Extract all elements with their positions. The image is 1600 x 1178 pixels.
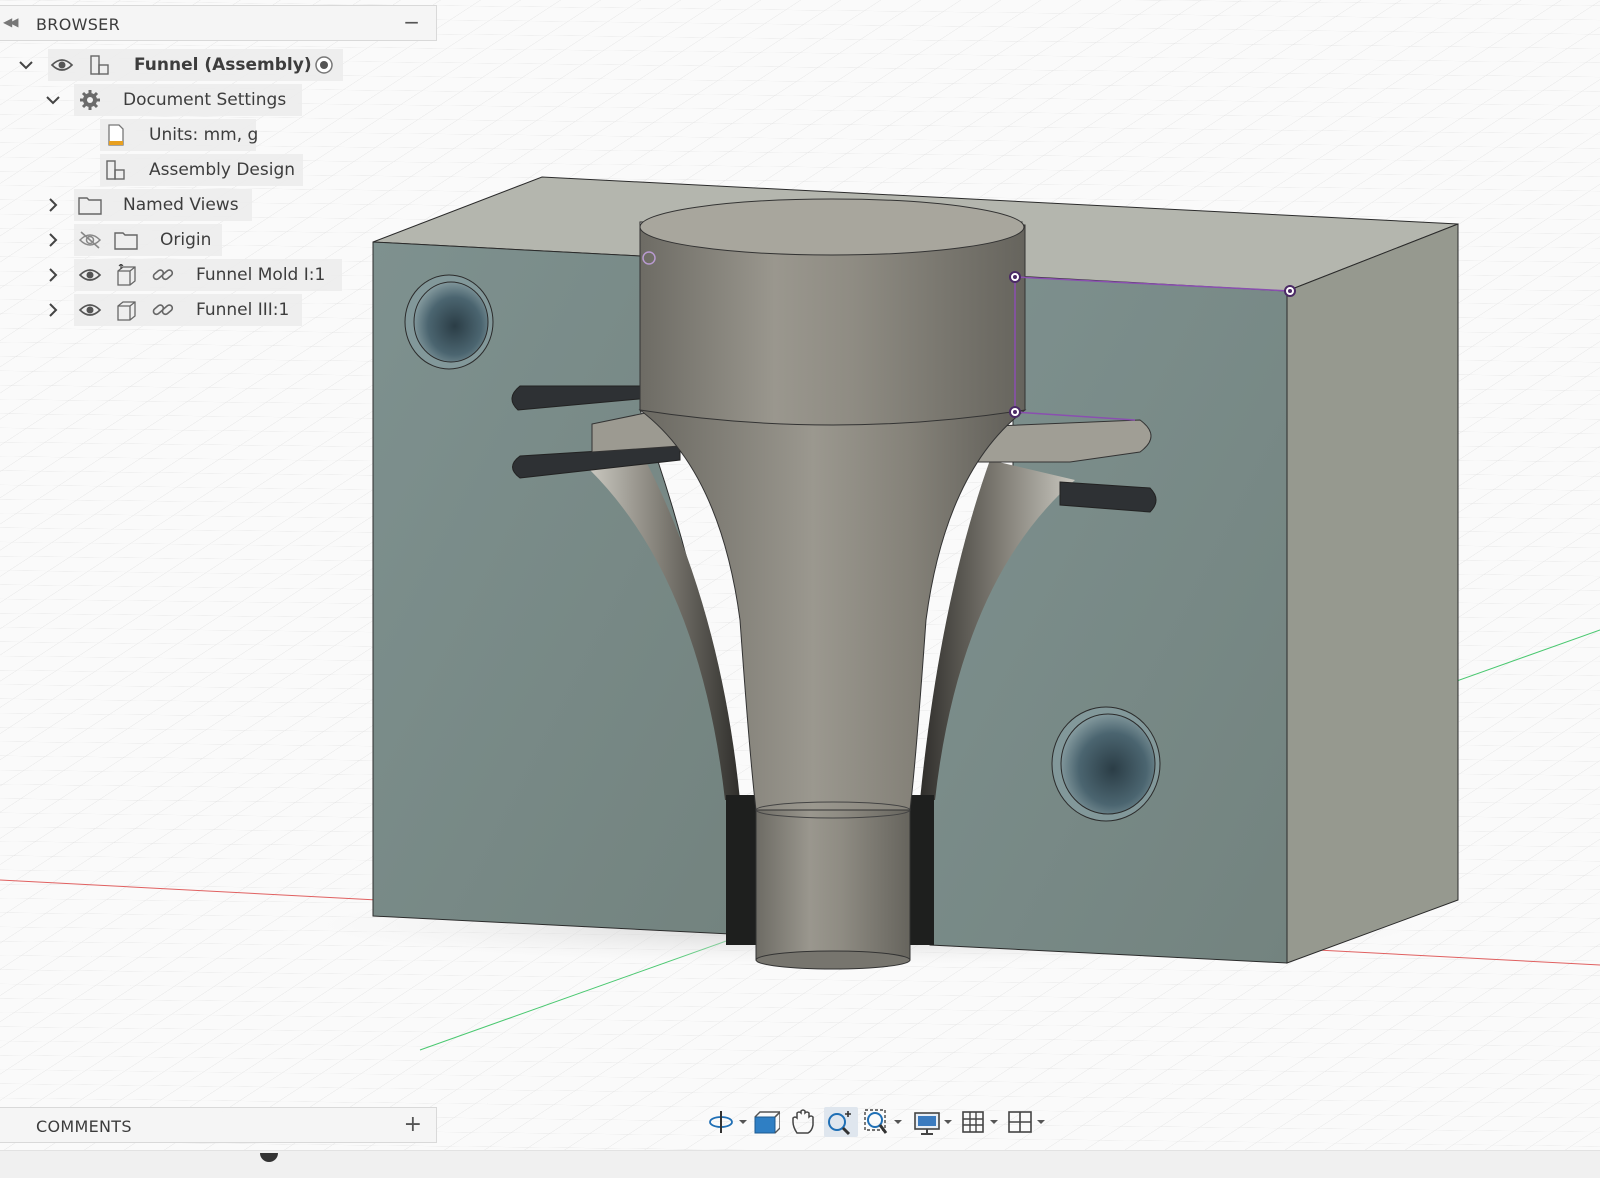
browser-title: BROWSER — [36, 15, 120, 34]
tree-item-funnel-iii[interactable]: Funnel III:1 — [0, 294, 440, 326]
viewports-icon[interactable] — [1006, 1107, 1050, 1137]
look-at-icon[interactable] — [750, 1107, 780, 1137]
timeline-marker[interactable] — [260, 1153, 278, 1162]
zoom-icon[interactable] — [824, 1107, 858, 1137]
tree-item-units[interactable]: Units: mm, g — [0, 119, 440, 151]
tree-item-label: Origin — [160, 230, 212, 250]
tree-item-label: Named Views — [123, 195, 239, 215]
eye-icon[interactable] — [78, 264, 102, 286]
tree-item-funnel-mold[interactable]: Funnel Mold I:1 — [0, 259, 440, 291]
tree-item-label: Funnel III:1 — [196, 300, 290, 320]
gear-icon — [80, 90, 100, 110]
plus-icon[interactable]: + — [404, 1112, 422, 1137]
selection-vertex[interactable] — [1009, 271, 1021, 283]
document-icon — [108, 124, 124, 146]
folder-icon — [78, 197, 102, 215]
chevron-right-icon[interactable] — [43, 230, 63, 250]
navigation-toolbar — [700, 1102, 1060, 1142]
minus-icon[interactable]: − — [403, 10, 420, 34]
tree-item-named-views[interactable]: Named Views — [0, 189, 440, 221]
funnel-top-face — [639, 198, 1025, 256]
eye-icon[interactable] — [50, 54, 74, 76]
tree-item-label: Units: mm, g — [149, 125, 259, 145]
tree-item-label: Document Settings — [123, 90, 287, 110]
assembly-icon — [106, 160, 125, 180]
chevron-down-icon[interactable] — [43, 90, 63, 110]
bottom-status-strip — [0, 1150, 1600, 1178]
link-icon — [152, 304, 174, 316]
chevron-right-icon[interactable] — [43, 300, 63, 320]
tree-root-funnel-assembly[interactable]: Funnel (Assembly) — [0, 49, 440, 81]
radio-icon[interactable] — [312, 54, 336, 76]
eye-slash-icon[interactable] — [78, 229, 102, 251]
tree-item-document-settings[interactable]: Document Settings — [0, 84, 440, 116]
folder-icon — [114, 232, 138, 250]
display-settings-icon[interactable] — [912, 1107, 956, 1137]
assembly-icon — [90, 55, 109, 75]
component-icon — [117, 301, 136, 321]
fit-icon[interactable] — [862, 1107, 906, 1137]
double-chevron-left-icon[interactable]: ◀◀ — [3, 15, 19, 29]
link-icon — [152, 269, 174, 281]
tree-item-label: Assembly Design — [149, 160, 296, 180]
tree-item-origin[interactable]: Origin — [0, 224, 440, 256]
funnel-spout-bottom — [755, 950, 911, 970]
selection-vertex[interactable] — [1284, 285, 1296, 297]
comments-panel-header[interactable]: COMMENTS + — [0, 1107, 437, 1143]
tree-item-label: Funnel Mold I:1 — [196, 265, 326, 285]
comments-title: COMMENTS — [36, 1117, 132, 1136]
chevron-right-icon[interactable] — [43, 195, 63, 215]
chevron-right-icon[interactable] — [43, 265, 63, 285]
funnel-spout — [755, 809, 911, 961]
selection-vertex[interactable] — [1009, 406, 1021, 418]
chevron-down-icon[interactable] — [16, 55, 36, 75]
orbit-icon[interactable] — [708, 1107, 748, 1137]
browser-panel-header: ◀◀ BROWSER − — [0, 5, 437, 41]
component-icon — [117, 264, 136, 286]
tree-root-label: Funnel (Assembly) — [134, 55, 312, 75]
pan-icon[interactable] — [788, 1107, 818, 1137]
grid-icon[interactable] — [960, 1107, 1004, 1137]
tree-item-assembly-design[interactable]: Assembly Design — [0, 154, 440, 186]
right-bolt-hole — [1051, 706, 1161, 822]
eye-icon[interactable] — [78, 299, 102, 321]
mold-right-face — [1286, 223, 1459, 964]
